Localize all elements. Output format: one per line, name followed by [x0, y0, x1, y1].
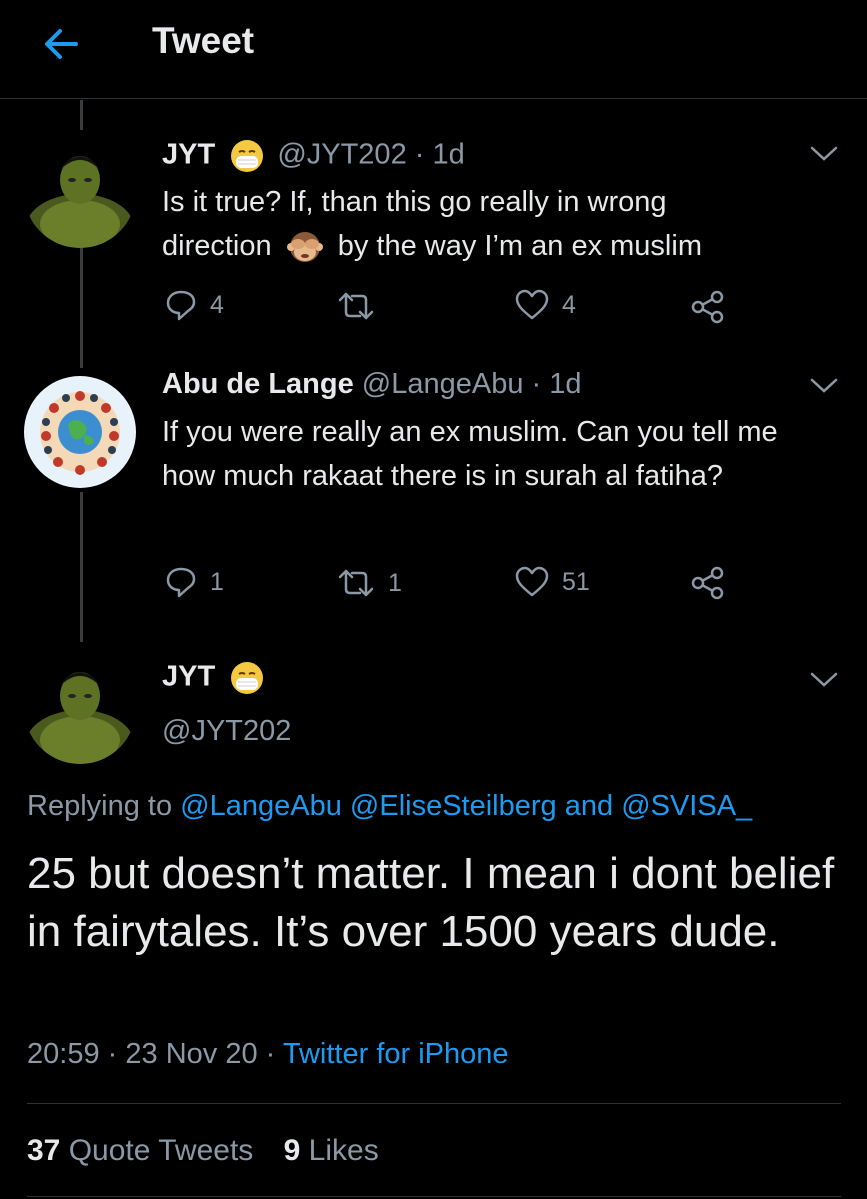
tweet-time: 20:59	[27, 1038, 100, 1070]
tweet-text-segment: direction	[162, 230, 272, 262]
main-tweet-text: 25 but doesn’t matter. I mean i dont bel…	[27, 849, 835, 956]
like-icon	[515, 566, 549, 597]
quote-label: Quote Tweets	[68, 1134, 254, 1167]
thread-line	[80, 248, 83, 368]
separator-dot: ·	[265, 1038, 276, 1070]
thread-line	[80, 100, 83, 130]
tweet-date: 23 Nov 20	[125, 1038, 258, 1070]
share-button[interactable]	[690, 566, 726, 600]
engagement-stats: 37 Quote Tweets 9 Likes	[27, 1134, 379, 1168]
retweet-icon	[338, 292, 374, 320]
like-count: 51	[562, 567, 590, 596]
reply-icon	[166, 290, 196, 321]
mention-link[interactable]: @LangeAbu	[180, 790, 342, 822]
reply-icon	[166, 567, 196, 598]
reply-and[interactable]: and	[565, 790, 613, 822]
tweet-text: If you were really an ex muslim. Can you…	[162, 416, 778, 492]
avatar[interactable]	[24, 376, 136, 488]
tweet-text-line: Is it true? If, than this go really in w…	[162, 186, 667, 218]
reply-count: 4	[210, 290, 224, 319]
back-arrow-icon[interactable]	[40, 22, 84, 66]
handle-and-time[interactable]: @JYT202 · 1d	[277, 139, 464, 171]
chevron-down-icon[interactable]	[808, 376, 840, 396]
separator-dot: ·	[107, 1038, 118, 1070]
divider	[27, 1103, 841, 1104]
likes-label: Likes	[308, 1134, 379, 1167]
handle-and-time[interactable]: @LangeAbu · 1d	[362, 368, 582, 400]
tweet-text: Is it true? If, than this go really in w…	[162, 180, 832, 268]
chevron-down-icon[interactable]	[808, 144, 840, 164]
reply-button[interactable]: 4	[164, 288, 224, 322]
mention-link[interactable]: @SVISA_	[621, 790, 752, 822]
tweet-text-line: direction by the way I’m an ex muslim	[162, 224, 832, 268]
reply-count: 1	[210, 567, 224, 596]
mention-link[interactable]: @EliseSteilberg	[350, 790, 557, 822]
display-name: JYT	[162, 660, 265, 696]
tweet-text-segment: by the way I’m an ex muslim	[337, 230, 702, 262]
replying-to: Replying to @LangeAbu @EliseSteilberg an…	[27, 790, 752, 823]
retweet-icon	[338, 569, 374, 597]
divider	[27, 1196, 841, 1197]
retweet-button[interactable]	[336, 290, 388, 322]
retweet-count: 1	[388, 568, 402, 597]
avatar[interactable]	[24, 652, 136, 764]
display-name[interactable]: JYT	[162, 139, 215, 171]
likes-stat[interactable]: 9 Likes	[284, 1134, 379, 1167]
tweet-header: JYT @JYT202 · 1d	[162, 138, 465, 174]
chevron-down-icon[interactable]	[808, 670, 840, 690]
source-link[interactable]: Twitter for iPhone	[283, 1038, 509, 1070]
share-icon	[691, 566, 724, 600]
quote-tweets-stat[interactable]: 37 Quote Tweets	[27, 1134, 253, 1167]
likes-count: 9	[283, 1134, 301, 1167]
page-title: Tweet	[152, 20, 255, 61]
quote-count: 37	[27, 1134, 61, 1167]
mask-face-emoji	[231, 662, 264, 694]
top-bar: Tweet	[0, 0, 867, 99]
display-name-text[interactable]: JYT	[162, 661, 215, 693]
tweet-header: Abu de Lange @LangeAbu · 1d	[162, 368, 582, 401]
reply-button[interactable]: 1	[164, 565, 224, 599]
replying-prefix: Replying to	[27, 790, 173, 822]
like-button[interactable]: 4	[514, 288, 576, 322]
see-no-evil-monkey-emoji	[286, 232, 323, 263]
display-name[interactable]: Abu de Lange	[162, 368, 354, 400]
like-count: 4	[562, 290, 576, 319]
share-icon	[691, 290, 724, 324]
avatar[interactable]	[24, 136, 136, 248]
mask-face-emoji	[231, 140, 264, 172]
like-icon	[515, 289, 549, 320]
thread-line	[80, 492, 83, 642]
handle[interactable]: @JYT202	[162, 715, 291, 748]
like-button[interactable]: 51	[514, 565, 590, 599]
retweet-button[interactable]: 1	[336, 567, 402, 599]
share-button[interactable]	[690, 290, 726, 324]
tweet-meta: 20:59 · 23 Nov 20 · Twitter for iPhone	[27, 1038, 509, 1071]
